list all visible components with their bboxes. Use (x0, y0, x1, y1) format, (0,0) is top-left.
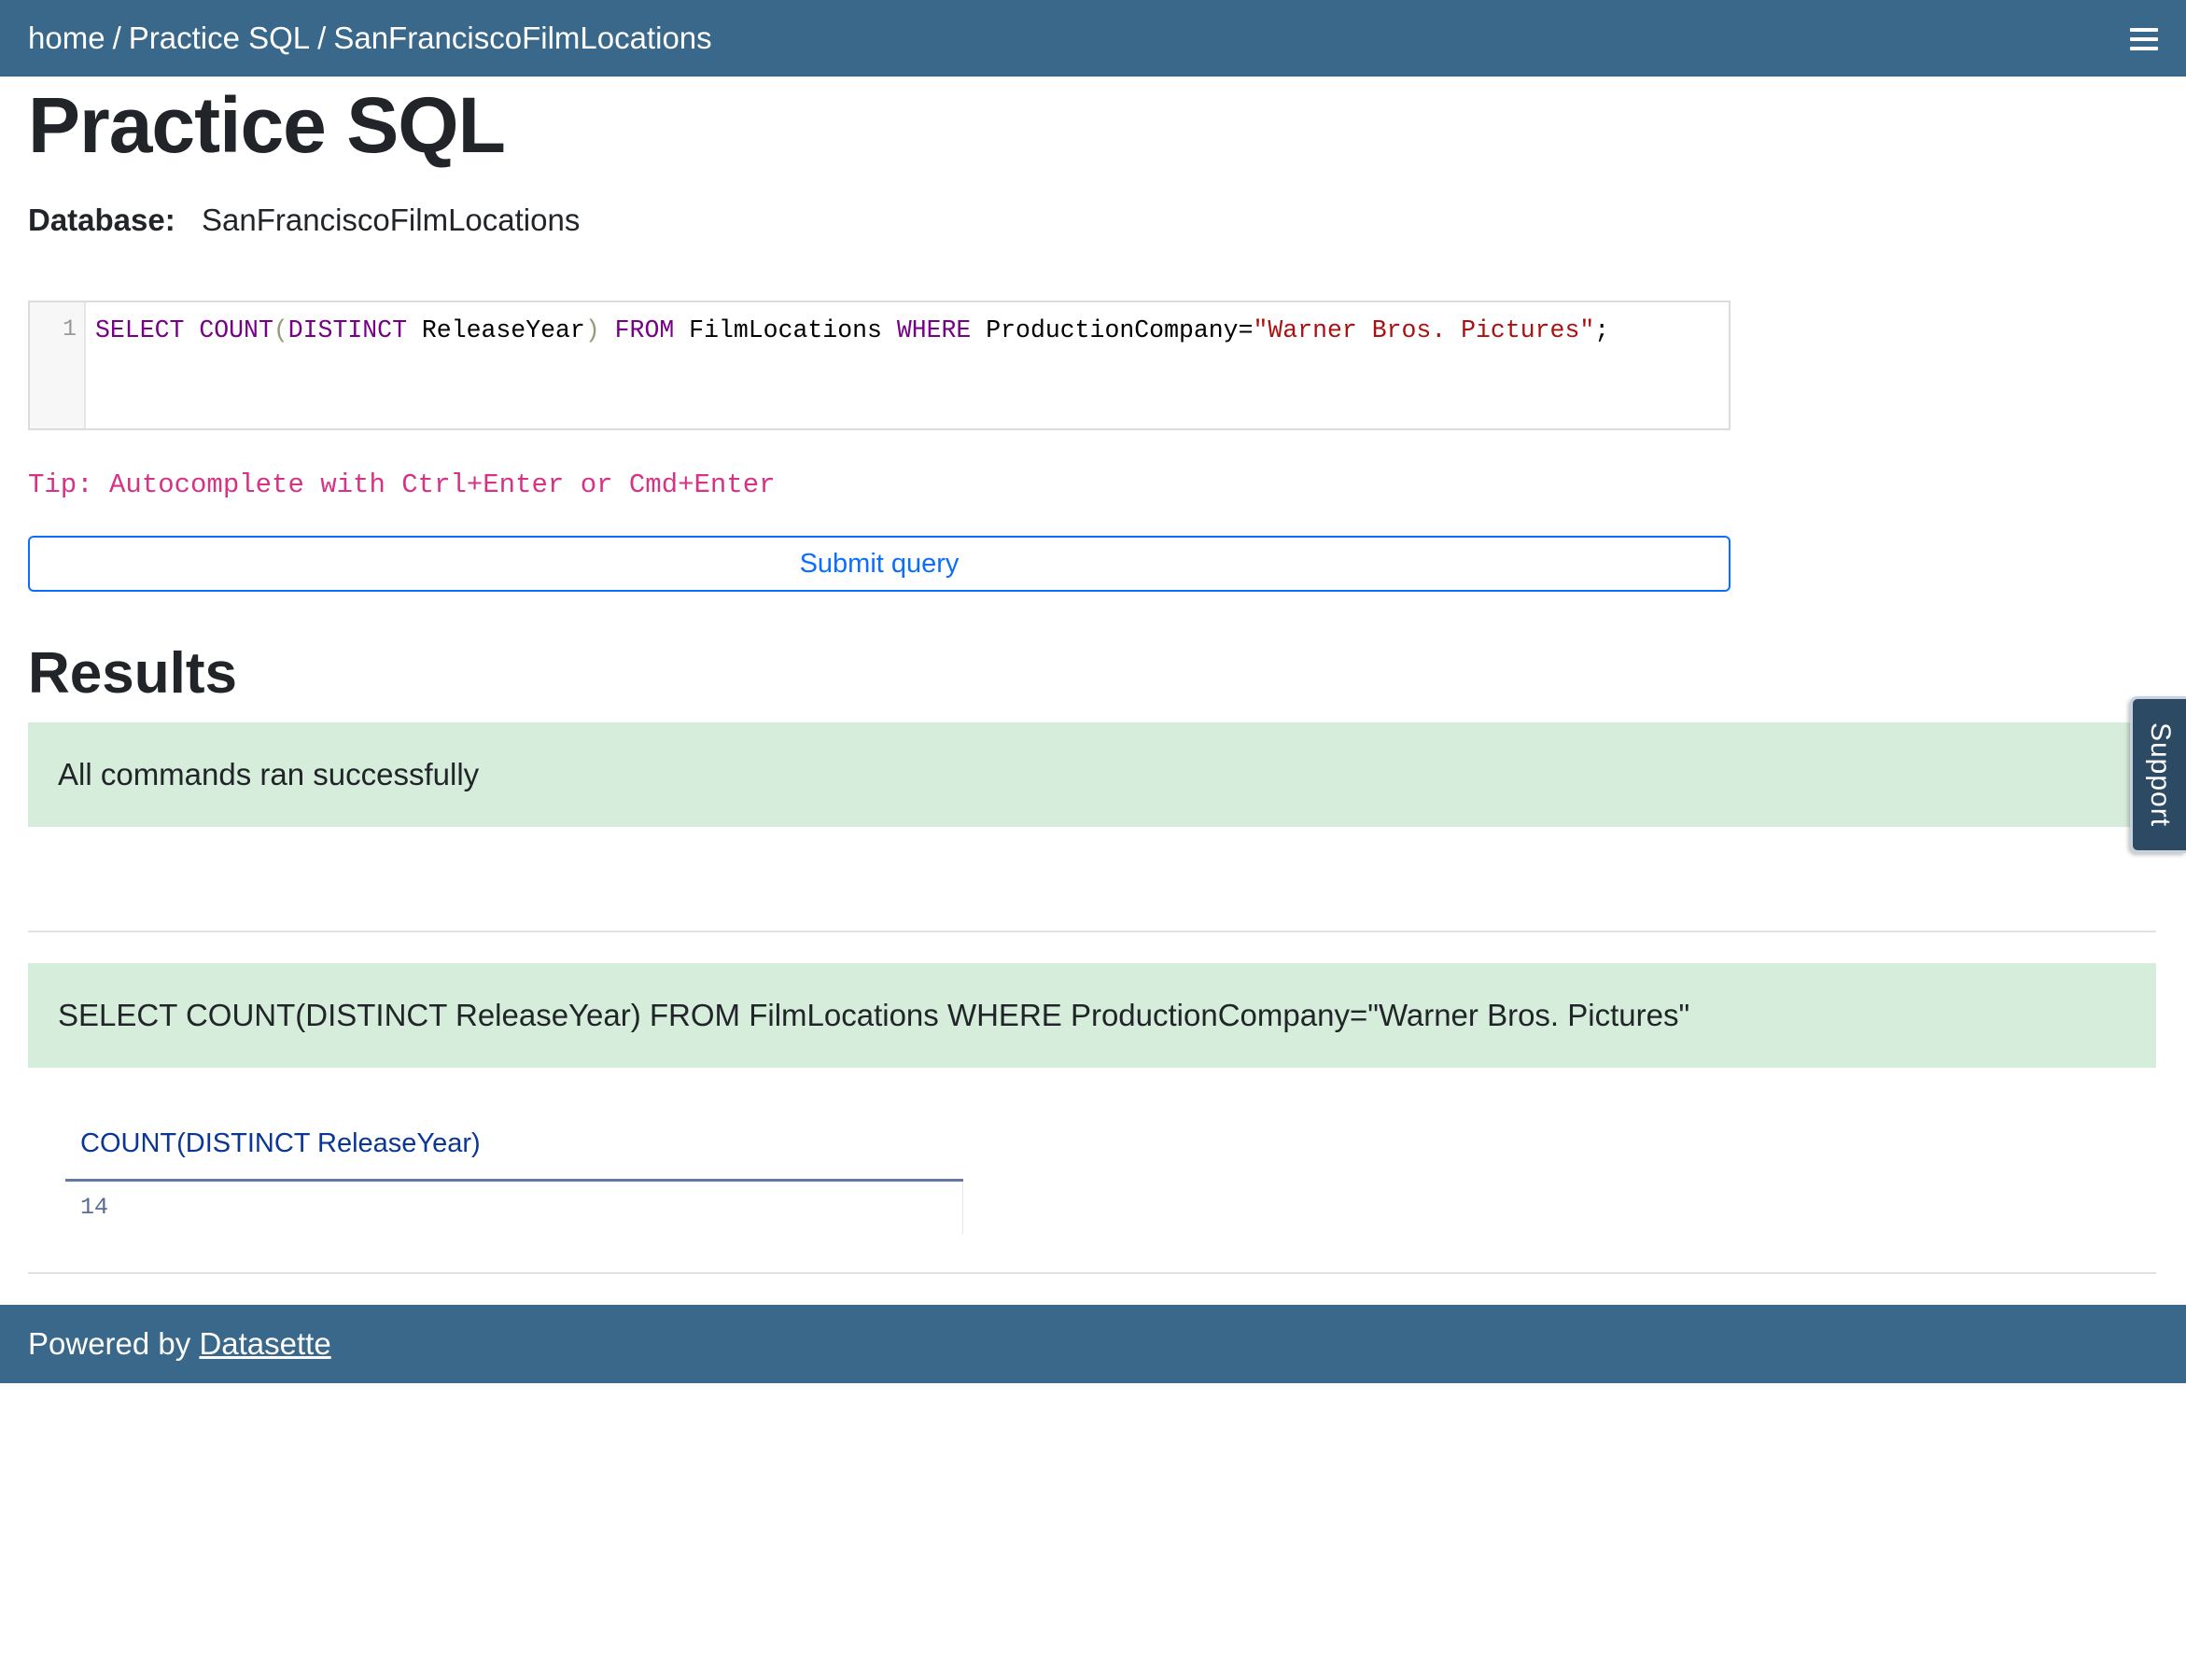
breadcrumb-practice-sql-link[interactable]: Practice SQL (129, 21, 310, 55)
sql-paren-close: ) (584, 316, 600, 344)
hamburger-bar (2130, 47, 2158, 50)
hamburger-bar (2130, 37, 2158, 41)
sql-keyword-select: SELECT (95, 316, 185, 344)
sql-string-literal: "Warner Bros. Pictures" (1253, 316, 1595, 344)
sql-keyword-from: FROM (614, 316, 675, 344)
sql-code-line[interactable]: SELECT COUNT(DISTINCT ReleaseYear) FROM … (95, 315, 1609, 345)
breadcrumb-home-link[interactable]: home (28, 21, 105, 55)
sql-semicolon: ; (1594, 316, 1610, 344)
footer-prefix: Powered by (28, 1326, 200, 1361)
results-heading: Results (28, 641, 237, 706)
sql-paren-open: ( (273, 316, 288, 344)
sql-editor[interactable]: 1 SELECT COUNT(DISTINCT ReleaseYear) FRO… (28, 301, 1731, 430)
page-title: Practice SQL (28, 81, 506, 169)
breadcrumb-separator: / (112, 21, 121, 55)
footer-text: Powered by Datasette (28, 1325, 331, 1363)
top-navbar: home / Practice SQL / SanFranciscoFilmLocati… (0, 0, 2186, 77)
line-number: 1 (62, 315, 77, 343)
sql-keyword-distinct: DISTINCT (287, 316, 407, 344)
sql-field-name: ProductionCompany= (986, 316, 1254, 344)
divider (28, 931, 2156, 932)
datasette-link[interactable]: Datasette (199, 1326, 330, 1361)
sql-function-count: COUNT (199, 316, 273, 344)
success-alert: All commands ran successfully (28, 722, 2156, 827)
breadcrumb-separator: / (317, 21, 327, 55)
sql-keyword-where: WHERE (896, 316, 972, 344)
executed-query-alert: SELECT COUNT(DISTINCT ReleaseYear) FROM … (28, 963, 2156, 1068)
table-cell: 14 (65, 1182, 963, 1234)
hamburger-bar (2130, 28, 2158, 32)
database-name: SanFranciscoFilmLocations (202, 203, 581, 237)
support-tab[interactable]: Support (2130, 696, 2186, 853)
sql-column-name: ReleaseYear (406, 316, 585, 344)
support-label: Support (2144, 721, 2176, 828)
divider (28, 1272, 2156, 1274)
editor-gutter: 1 (30, 302, 86, 428)
database-label: Database: (28, 203, 175, 237)
breadcrumb: home / Practice SQL / SanFranciscoFilmLocati… (28, 20, 712, 57)
breadcrumb-database-link[interactable]: SanFranciscoFilmLocations (333, 21, 711, 55)
results-table: COUNT(DISTINCT ReleaseYear) 14 (65, 1118, 963, 1234)
footer: Powered by Datasette (0, 1305, 2186, 1383)
database-info: Database: SanFranciscoFilmLocations (28, 200, 580, 241)
autocomplete-tip: Tip: Autocomplete with Ctrl+Enter or Cmd… (28, 469, 776, 500)
sql-table-name: FilmLocations (689, 316, 882, 344)
hamburger-menu-icon[interactable] (2130, 28, 2158, 50)
submit-query-button[interactable]: Submit query (28, 536, 1731, 592)
column-header: COUNT(DISTINCT ReleaseYear) (65, 1118, 963, 1182)
